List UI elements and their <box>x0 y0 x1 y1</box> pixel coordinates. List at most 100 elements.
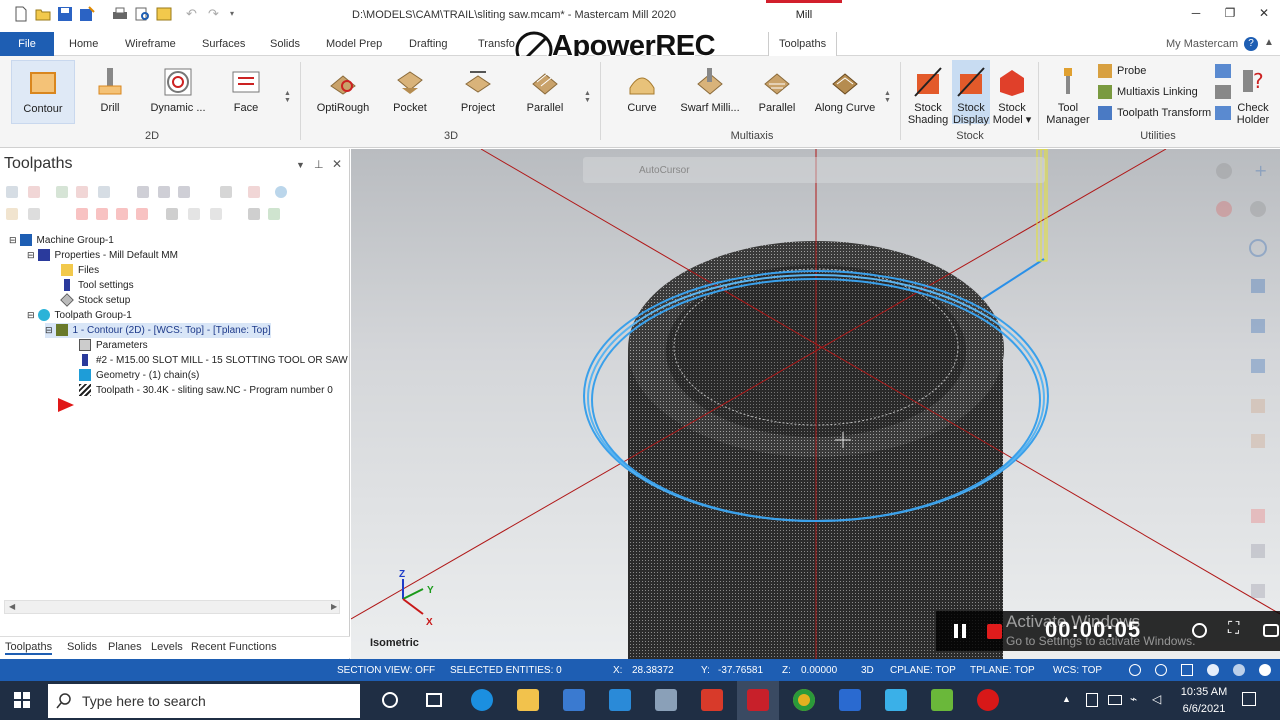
task-view-icon[interactable] <box>426 693 442 707</box>
print-icon[interactable] <box>112 6 128 22</box>
check-holder-button[interactable]: ? Check Holder <box>1236 60 1270 126</box>
face-button[interactable]: Face <box>224 60 268 124</box>
tab-transform[interactable]: Transfo <box>478 32 515 56</box>
graphics-viewport[interactable]: AutoCursor + Z Y X <box>351 149 1280 659</box>
expand-icon[interactable] <box>188 208 200 220</box>
store-icon[interactable] <box>563 689 585 711</box>
pause-icon[interactable] <box>954 624 958 638</box>
mail-icon[interactable] <box>609 689 631 711</box>
visual-studio-icon[interactable] <box>839 689 861 711</box>
drill-button[interactable]: Drill <box>88 60 132 124</box>
lock-icon[interactable] <box>6 208 18 220</box>
save-as-icon[interactable] <box>79 6 95 22</box>
tab-model-prep[interactable]: Model Prep <box>326 32 382 56</box>
new-file-icon[interactable] <box>13 6 29 22</box>
camera-icon[interactable] <box>1263 624 1279 637</box>
section-view-status[interactable]: SECTION VIEW: OFF <box>337 665 435 676</box>
my-mastercam-link[interactable]: My Mastercam <box>1166 32 1238 57</box>
minimize-button[interactable]: ─ <box>1183 4 1209 22</box>
collapse-box-icon[interactable]: ⊟ <box>27 250 35 260</box>
tab-toolpaths[interactable]: Toolpaths <box>768 32 838 56</box>
tool-manager-button[interactable]: Tool Manager <box>1044 60 1092 126</box>
parallel-multiaxis-button[interactable]: Parallel <box>754 60 800 124</box>
tree-toolpath-group[interactable]: ⊟ Toolpath Group-1 <box>27 308 132 323</box>
contour-button[interactable]: Contour <box>11 60 75 124</box>
group-2d-scroll-icon[interactable]: ▲ ▼ <box>284 90 291 104</box>
panel-menu-icon[interactable]: ▼ <box>296 160 305 170</box>
help-panel-icon[interactable] <box>275 186 287 198</box>
swarf-milling-button[interactable]: Swarf Milli... <box>676 60 744 124</box>
close-button[interactable]: ✕ <box>1251 4 1277 22</box>
battery-icon[interactable] <box>1108 695 1122 705</box>
cortana-icon[interactable] <box>382 692 398 708</box>
bottom-tab-solids[interactable]: Solids <box>67 641 97 653</box>
tab-solids[interactable]: Solids <box>270 32 300 56</box>
tab-file[interactable]: File <box>0 32 54 56</box>
pin-icon[interactable]: ⊥ <box>314 158 324 171</box>
notification-icon[interactable] <box>1242 692 1256 706</box>
print-preview-icon[interactable] <box>134 6 150 22</box>
redo-icon[interactable]: ↷ <box>208 6 224 22</box>
y-coordinate[interactable]: -37.76581 <box>718 665 763 676</box>
multiaxis-linking-button[interactable]: Multiaxis Linking <box>1098 83 1198 101</box>
collapse-box-icon[interactable]: ⊟ <box>27 310 35 320</box>
select-failed-icon[interactable] <box>56 186 68 198</box>
group-3d-scroll-icon[interactable]: ▲ ▼ <box>584 90 591 104</box>
panel-close-icon[interactable]: ✕ <box>332 157 342 171</box>
tree-tool-settings[interactable]: Tool settings <box>61 278 134 293</box>
tree-tool[interactable]: #2 - M15.00 SLOT MILL - 15 SLOTTING TOOL… <box>79 353 348 368</box>
tree-machine-group[interactable]: ⊟ Machine Group-1 <box>9 233 114 248</box>
utility-icon-2[interactable] <box>1215 85 1231 99</box>
taskbar-clock-time[interactable]: 10:35 AM <box>1176 686 1232 698</box>
tab-home[interactable]: Home <box>69 32 98 56</box>
stock-model-button[interactable]: Stock Model ▾ <box>992 60 1032 126</box>
screenshot-icon[interactable] <box>1192 623 1207 638</box>
cube-icon[interactable] <box>1181 664 1193 676</box>
maximize-button[interactable]: ❐ <box>1217 4 1243 22</box>
open-file-icon[interactable] <box>35 6 51 22</box>
pocket-button[interactable]: Pocket <box>387 60 433 124</box>
utility-icon-3[interactable] <box>1215 106 1231 120</box>
globe-icon[interactable] <box>1129 664 1141 676</box>
post-icon[interactable] <box>220 186 232 198</box>
pdf-reader-icon[interactable] <box>701 689 723 711</box>
check-icon[interactable] <box>268 208 280 220</box>
collapse-box-icon[interactable]: ⊟ <box>9 235 17 245</box>
globe-2-icon[interactable] <box>1155 664 1167 676</box>
tplane-status[interactable]: TPLANE: TOP <box>970 665 1035 676</box>
recorder-app-icon[interactable] <box>977 689 999 711</box>
mode-3d-status[interactable]: 3D <box>861 665 874 676</box>
insert-arrow-marker-icon[interactable] <box>58 398 74 412</box>
backplot-icon[interactable] <box>137 186 149 198</box>
z-coordinate[interactable]: 0.00000 <box>801 665 837 676</box>
qat-customize-icon[interactable]: ▾ <box>230 9 246 25</box>
highspeed-icon[interactable] <box>248 186 260 198</box>
save-icon[interactable] <box>57 6 73 22</box>
group-multiaxis-scroll-icon[interactable]: ▲ ▼ <box>884 90 891 104</box>
scroll-right-icon[interactable]: ▶ <box>331 602 337 611</box>
network-icon[interactable]: ⌁ <box>1130 692 1137 706</box>
x-coordinate[interactable]: 28.38372 <box>632 665 674 676</box>
tree-parameters[interactable]: Parameters <box>79 338 148 353</box>
tree-geometry[interactable]: Geometry - (1) chain(s) <box>79 368 199 383</box>
fullscreen-icon[interactable]: ⛶ <box>1228 620 1239 638</box>
shade-2-icon[interactable] <box>1233 664 1245 676</box>
scroll-left-icon[interactable]: ◀ <box>9 602 15 611</box>
green-app-icon[interactable] <box>931 689 953 711</box>
select-all-icon[interactable] <box>6 186 18 198</box>
single-select-icon[interactable] <box>166 208 178 220</box>
collapse-ribbon-icon[interactable]: ▲ <box>1264 37 1274 48</box>
tools-icon[interactable] <box>248 208 260 220</box>
tree-files[interactable]: Files <box>61 263 99 278</box>
tray-icon[interactable] <box>1086 693 1098 707</box>
bottom-tab-toolpaths[interactable]: Toolpaths <box>5 641 53 655</box>
wcs-status[interactable]: WCS: TOP <box>1053 665 1102 676</box>
volume-icon[interactable]: ◁ <box>1152 692 1161 706</box>
undo-icon[interactable]: ↶ <box>186 6 202 22</box>
project-button[interactable]: Project <box>455 60 501 124</box>
utility-icon-1[interactable] <box>1215 64 1231 78</box>
collapse-box-icon[interactable]: ⊟ <box>45 325 53 335</box>
bottom-tab-levels[interactable]: Levels <box>151 641 183 653</box>
move-down-icon[interactable] <box>76 208 88 220</box>
stock-display-button[interactable]: Stock Display <box>952 60 990 126</box>
